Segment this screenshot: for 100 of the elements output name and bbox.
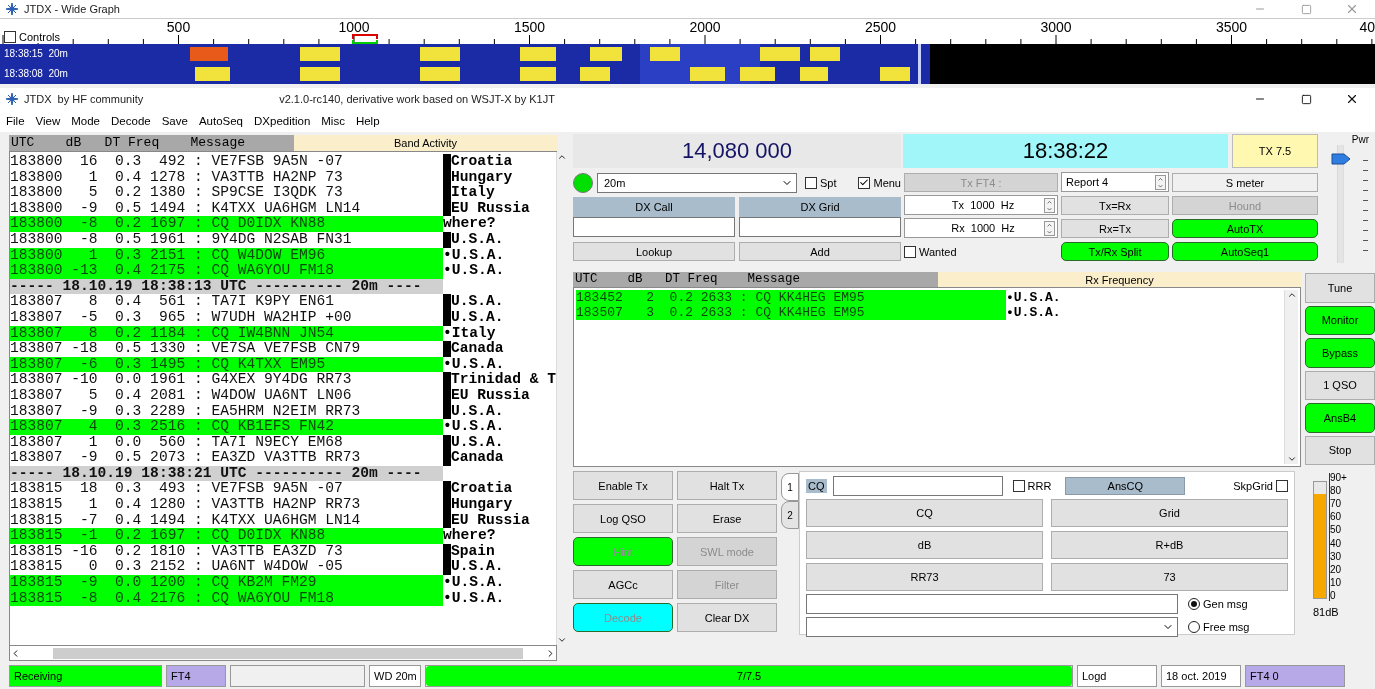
dx-grid-field[interactable] <box>739 217 901 237</box>
menu-item[interactable]: Save <box>161 115 188 127</box>
checkbox[interactable] <box>904 245 916 258</box>
cq-label: CQ <box>806 479 827 493</box>
country-cell: U.S.A. <box>451 309 504 326</box>
radio-button[interactable] <box>1188 621 1200 633</box>
close-icon <box>1345 92 1359 106</box>
control-button[interactable]: Clear DX <box>677 603 777 632</box>
check-icon <box>859 177 870 188</box>
message-button[interactable]: R+dB <box>1051 531 1288 559</box>
slider-thumb[interactable] <box>1330 153 1351 166</box>
country-cell: where? <box>443 216 496 232</box>
side-button[interactable]: Monitor <box>1305 305 1375 335</box>
meter-scale-label: 80 <box>1330 486 1343 497</box>
menu-item[interactable]: View <box>35 115 61 127</box>
checkbox[interactable] <box>858 176 871 189</box>
menu-item[interactable]: File <box>6 115 25 127</box>
frequency-display: 14,080 000 <box>573 134 901 168</box>
country-cell: •U.S.A. <box>443 247 505 264</box>
control-button[interactable]: Erase <box>677 504 777 533</box>
checkbox[interactable] <box>804 176 817 189</box>
control-button[interactable]: Halt Tx <box>677 471 777 500</box>
meter-scale-label: 60 <box>1330 512 1343 523</box>
autotx-button[interactable]: AutoTX <box>1172 219 1318 238</box>
scale-label: 2000 <box>689 19 721 35</box>
meter-scale-label: 90+ <box>1330 473 1347 483</box>
rx-frequency-spinbox[interactable]: Rx 1000 Hz <box>904 218 1058 238</box>
message-button[interactable]: dB <box>806 531 1043 559</box>
field-label: DX Call <box>573 197 735 217</box>
checkbox-label: SkpGrid <box>1233 480 1273 492</box>
message-field[interactable] <box>806 594 1178 614</box>
meter-scale-label: 10 <box>1330 577 1343 588</box>
band-dropdown[interactable]: 20m <box>597 172 797 193</box>
message-button[interactable]: 73 <box>1051 563 1288 591</box>
frequency-marker-icon <box>352 34 378 44</box>
country-cell-text: •U.S.A. <box>443 356 505 372</box>
checkbox-label: Menu <box>873 176 901 189</box>
menu-item[interactable]: Decode <box>111 115 151 127</box>
side-button[interactable]: Bypass <box>1305 338 1375 368</box>
tx-frequency-spinbox[interactable]: Tx 1000 Hz <box>904 195 1058 215</box>
control-button[interactable]: AGCc <box>573 570 673 599</box>
checkbox-label: Spt <box>819 176 837 189</box>
report-spinbox[interactable]: Report 4 <box>1061 172 1169 192</box>
radio-button[interactable] <box>1188 598 1200 610</box>
maximize-icon <box>1300 3 1312 15</box>
side-button[interactable]: AnsB4 <box>1305 403 1375 433</box>
menu-item[interactable]: AutoSeq <box>198 115 243 127</box>
scale-label: 3000 <box>1040 19 1072 35</box>
message-dropdown[interactable] <box>806 617 1178 637</box>
control-button[interactable]: Log QSO <box>573 504 673 533</box>
app-logo-icon <box>6 93 18 105</box>
split-button[interactable]: Tx=Rx <box>1061 196 1169 215</box>
meter-scale-label: 0 <box>1330 591 1337 601</box>
country-cell: where? <box>443 528 496 544</box>
add-button[interactable]: Add <box>739 242 901 261</box>
control-button[interactable]: Enable Tx <box>573 471 673 500</box>
meter-scale-label: 50 <box>1330 525 1343 536</box>
menu-item[interactable]: Mode <box>71 115 101 127</box>
checkbox[interactable] <box>4 31 16 43</box>
country-cell: •U.S.A. <box>1006 305 1061 320</box>
split-button[interactable]: Rx=Tx <box>1061 219 1169 238</box>
close-icon <box>1345 2 1359 16</box>
anscq-button[interactable]: AnsCQ <box>1065 477 1186 495</box>
country-cell: EU Russia <box>451 387 530 404</box>
column-header: UTC dB DT Freq Message <box>9 135 294 151</box>
country-cell: •U.S.A. <box>443 590 505 607</box>
menu-item[interactable]: DXpedition <box>254 115 311 127</box>
side-button[interactable]: 1 QSO <box>1305 370 1375 400</box>
tx-period-button[interactable]: TX 7.5 <box>1232 134 1318 168</box>
radio-label: Gen msg <box>1203 598 1248 610</box>
message-button[interactable]: RR73 <box>806 563 1043 591</box>
scale-label: 1500 <box>513 19 546 35</box>
message-button[interactable]: Grid <box>1051 499 1288 527</box>
message-tab[interactable]: 1 <box>781 473 799 501</box>
side-button[interactable]: Stop <box>1305 435 1375 465</box>
country-cell: U.S.A. <box>451 403 504 420</box>
meter-scale-label: 30 <box>1330 551 1343 562</box>
autoseq-button[interactable]: AutoSeq1 <box>1172 242 1318 261</box>
scrollbar[interactable] <box>9 646 557 661</box>
checkbox[interactable] <box>1012 480 1025 492</box>
menu-item[interactable]: Misc <box>321 115 345 127</box>
country-cell: U.S.A. <box>451 231 504 248</box>
message-button[interactable]: CQ <box>806 499 1043 527</box>
smeter-button[interactable]: S meter <box>1172 173 1318 192</box>
country-cell-text: U.S.A. <box>451 434 504 450</box>
checkbox[interactable] <box>1276 480 1288 492</box>
app-logo-icon <box>6 3 18 15</box>
maximize-icon <box>1300 93 1312 105</box>
status-log: Logd <box>1077 665 1157 687</box>
country-cell: Croatia <box>451 481 513 498</box>
country-cell: Canada <box>451 450 504 466</box>
split-button[interactable]: Tx/Rx Split <box>1061 242 1169 261</box>
side-button[interactable]: Tune <box>1305 273 1375 303</box>
dx-call-field[interactable] <box>573 217 735 237</box>
menu-item[interactable]: Help <box>355 115 380 127</box>
lookup-button[interactable]: Lookup <box>573 242 735 261</box>
cq-field[interactable] <box>832 476 1003 496</box>
message-tab[interactable]: 2 <box>781 501 799 529</box>
country-cell-text: EU Russia <box>451 200 530 216</box>
scale-label: 1000 <box>338 19 370 35</box>
